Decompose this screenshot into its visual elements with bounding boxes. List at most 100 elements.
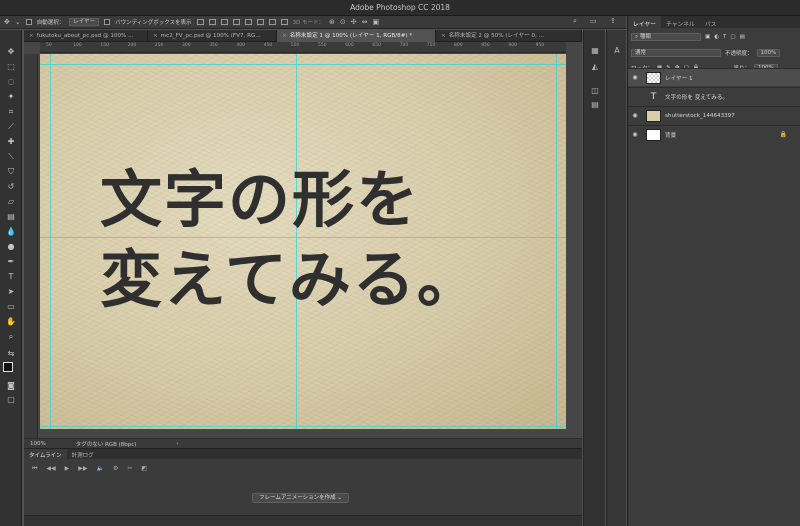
settings-icon[interactable]: ⚙ [113,465,118,473]
document-tab[interactable]: × fukutoku_about_pc.psd @ 100% ... [24,30,148,42]
guide-vertical[interactable] [296,54,297,429]
guide-horizontal[interactable] [40,426,566,427]
guide-horizontal[interactable] [40,237,566,238]
pen-icon[interactable]: ✒ [4,256,18,268]
eyedropper-icon[interactable]: ⟋ [4,121,18,133]
zoom-level[interactable]: 100% [30,441,46,447]
info-icon[interactable]: ▤ [589,100,601,110]
brush-icon[interactable]: ⟍ [4,151,18,163]
gradient-icon[interactable]: ▤ [4,211,18,223]
filter-kind-dropdown[interactable]: ⌕ 種類 [631,32,701,41]
hand-icon[interactable]: ✋ [4,316,18,328]
ruler-tick-label: 700 [399,43,409,48]
visibility-eye-icon[interactable]: ◉ [628,131,642,138]
audio-icon[interactable]: 🔈 [97,465,104,473]
stamp-icon[interactable]: ⛉ [4,166,18,178]
visibility-eye-icon[interactable]: ◉ [628,112,642,119]
transition-icon[interactable]: ◩ [141,465,147,473]
path-select-icon[interactable]: ➤ [4,286,18,298]
shape-icon[interactable]: ▭ [4,301,18,313]
play-icon[interactable]: ▶ [65,465,70,473]
type-icon[interactable]: T [4,271,18,283]
align-top-icon[interactable] [196,19,204,25]
layer-row[interactable]: T 文字の形を 変えてみる。 [628,87,800,105]
3d-rotate-icon[interactable]: ⊛ [329,18,335,26]
first-frame-icon[interactable]: ⏮ [32,465,37,473]
foreground-color-swatch[interactable] [3,362,13,372]
history-brush-icon[interactable]: ↺ [4,181,18,193]
healing-icon[interactable]: ✚ [4,136,18,148]
zoom-icon[interactable]: ⌕ [4,331,18,343]
swap-colors-icon[interactable]: ⇆ [4,348,18,360]
magic-wand-icon[interactable]: ✦ [4,91,18,103]
layer-row[interactable]: ◉ shutterstock_144643397 [628,106,800,124]
dodge-icon[interactable]: ● [4,241,18,253]
search-icon[interactable]: ⌕ [573,18,577,25]
prev-frame-icon[interactable]: ◀◀ [46,465,55,473]
opacity-input[interactable]: 100% [756,48,781,57]
guide-vertical[interactable] [50,54,51,429]
3d-slide-icon[interactable]: ⇔ [362,18,368,26]
workspace-icon[interactable]: ▭ [590,18,597,25]
marquee-icon[interactable]: ⬚ [4,61,18,73]
chevron-down-icon[interactable]: ⌄ [15,18,21,26]
align-left-icon[interactable] [232,19,240,25]
filter-type-icon[interactable]: T [723,34,726,40]
crop-icon[interactable]: ⌗ [4,106,18,118]
align-right-icon[interactable] [256,19,264,25]
screen-mode-icon[interactable]: ▢ [4,394,18,406]
lasso-icon[interactable]: ◌ [4,76,18,88]
tab-timeline[interactable]: タイムライン [24,449,67,459]
layer-row[interactable]: ◉ レイヤー 1 [628,68,800,86]
tab-layers[interactable]: レイヤー [628,16,662,28]
auto-select-dropdown[interactable]: レイヤー [69,18,100,26]
filter-shape-icon[interactable]: ▢ [730,34,735,40]
align-bottom-icon[interactable] [220,19,228,25]
character-icon[interactable]: A [611,46,623,56]
move-tool-icon[interactable]: ✥ [4,18,10,26]
canvas-text-line-1[interactable]: 文字の形を [100,164,420,236]
filter-adjust-icon[interactable]: ◐ [714,34,719,40]
move-icon[interactable]: ✥ [4,46,18,58]
filter-smart-icon[interactable]: ▤ [740,34,745,40]
distribute-icon[interactable] [268,19,276,25]
tab-paths[interactable]: パス [700,16,722,28]
adjust-icon[interactable]: ◭ [589,62,601,72]
tab-measurement-log[interactable]: 計測ログ [67,449,99,459]
distribute-2-icon[interactable] [280,19,288,25]
close-icon[interactable]: × [29,33,34,39]
bounding-box-checkbox[interactable] [104,19,111,25]
chevron-right-icon[interactable]: › [176,441,178,447]
quick-mask-icon[interactable]: ◙ [4,380,18,392]
layer-row[interactable]: ◉ 背景 🔒 [628,125,800,143]
close-icon[interactable]: × [441,33,446,39]
share-icon[interactable]: ⇪ [610,18,616,25]
auto-select-checkbox[interactable] [25,19,32,25]
close-icon[interactable]: × [282,33,287,39]
guide-horizontal[interactable] [40,64,566,65]
visibility-eye-icon[interactable]: ◉ [628,74,642,81]
guide-vertical[interactable] [556,54,557,429]
properties-icon[interactable]: ◫ [589,86,601,96]
create-frame-animation-button[interactable]: フレームアニメーションを作成 ⌄ [252,493,349,503]
canvas-text-line-2[interactable]: 変えてみる。 [100,244,481,316]
split-icon[interactable]: ✂ [127,465,132,473]
document-tab[interactable]: × 名称未設定 2 @ 50% (レイヤー 0, ... [436,30,582,42]
tab-channels[interactable]: チャンネル [661,16,700,28]
align-middle-icon[interactable] [208,19,216,25]
next-frame-icon[interactable]: ▶▶ [78,465,87,473]
3d-scale-icon[interactable]: ▣ [373,18,380,26]
3d-pan-icon[interactable]: ✣ [351,18,357,26]
filter-pixel-icon[interactable]: ▣ [705,34,710,40]
document-tab[interactable]: × mc2_FV_pc.psd @ 100% (FV7, RG... [148,30,277,42]
blend-mode-dropdown[interactable]: 通常 [631,48,721,57]
ruler-tick-label: 550 [318,43,327,48]
blur-icon[interactable]: 💧 [4,226,18,238]
align-center-icon[interactable] [244,19,252,25]
document-canvas[interactable]: 文字の形を 変えてみる。 [40,54,566,429]
eraser-icon[interactable]: ▱ [4,196,18,208]
close-icon[interactable]: × [153,33,158,39]
history-icon[interactable]: ▦ [589,46,601,56]
3d-roll-icon[interactable]: ⊙ [340,18,346,26]
document-tab-active[interactable]: × 名称未設定 1 @ 100% (レイヤー 1, RGB/8#) * [277,30,436,42]
